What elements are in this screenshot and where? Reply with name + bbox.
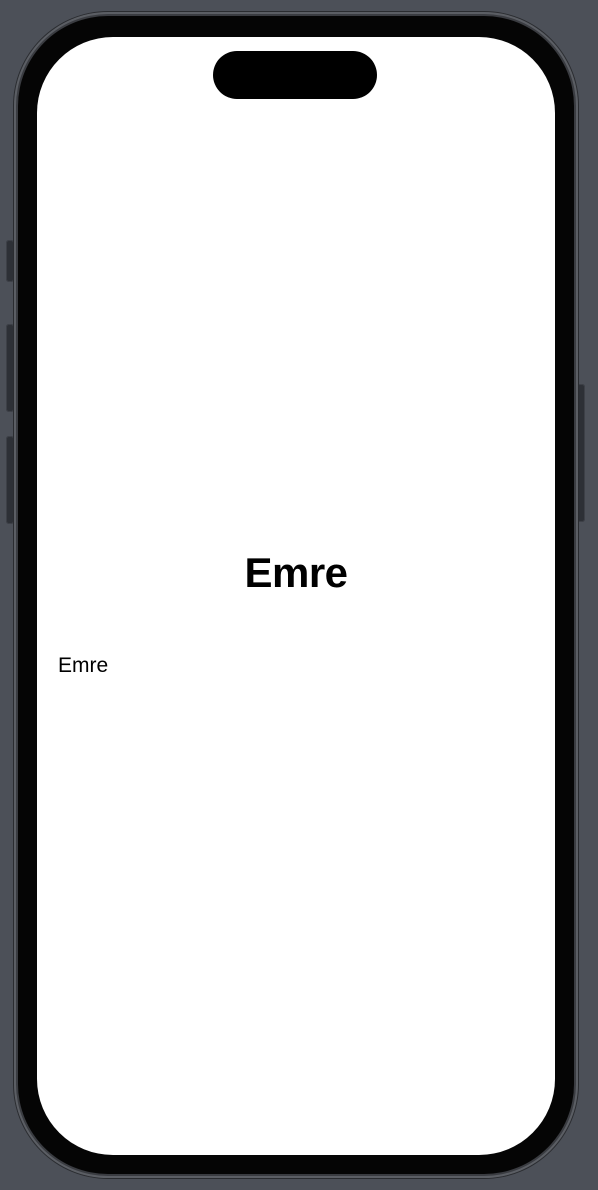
dynamic-island — [213, 51, 377, 99]
device-bezel: Emre Emre — [18, 16, 574, 1174]
body-text: Emre — [58, 654, 109, 677]
device-frame: Emre Emre — [14, 12, 578, 1178]
simulator-stage: Emre Emre — [0, 0, 598, 1190]
action-button — [6, 240, 14, 282]
page-title: Emre — [244, 549, 348, 596]
device-screen: Emre Emre — [37, 37, 555, 1155]
volume-up-button — [6, 324, 14, 412]
power-button — [577, 384, 585, 522]
volume-down-button — [6, 436, 14, 524]
